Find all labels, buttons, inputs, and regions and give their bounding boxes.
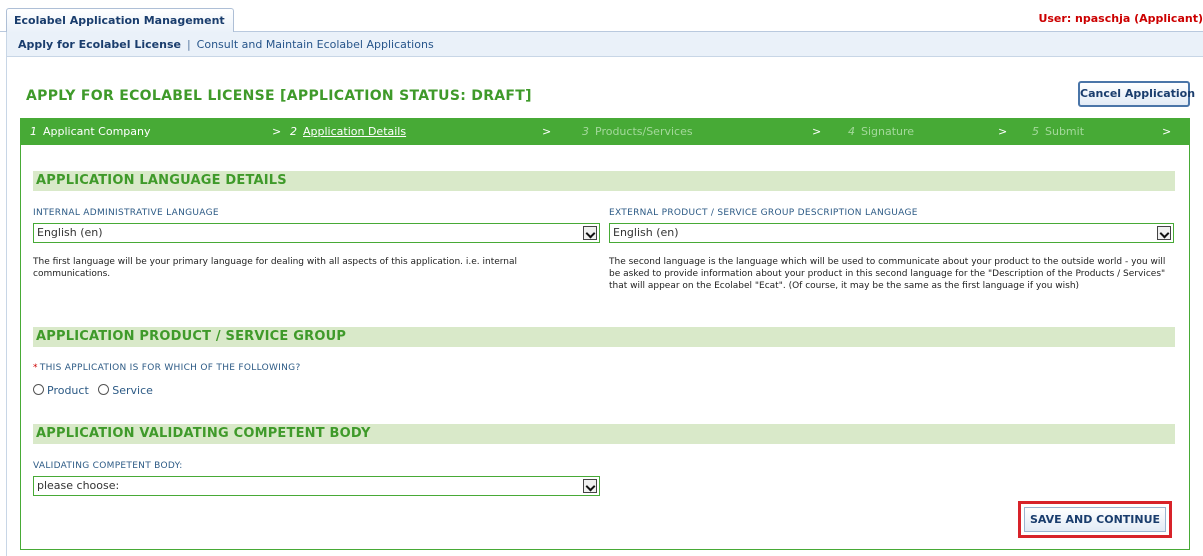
internal-language-value: English (en) <box>37 226 103 239</box>
step-label: Signature <box>861 125 915 138</box>
save-and-continue-button[interactable]: SAVE AND CONTINUE <box>1024 507 1166 532</box>
chevron-down-icon <box>1157 226 1171 240</box>
step-chevron-icon: > <box>812 125 822 138</box>
required-marker: * <box>33 363 38 373</box>
subnav-separator: | <box>186 38 191 51</box>
competent-body-value: please choose: <box>37 479 120 492</box>
radio-product-label: Product <box>47 383 89 397</box>
step-application-details[interactable]: 2 Application Details <box>290 118 406 145</box>
step-label: Submit <box>1045 125 1085 138</box>
application-type-label: * THIS APPLICATION IS FOR WHICH OF THE FO… <box>33 363 301 373</box>
radio-circle-icon <box>33 383 44 395</box>
radio-service-label: Service <box>112 383 153 397</box>
step-label: Application Details <box>303 125 407 138</box>
internal-language-help: The first language will be your primary … <box>33 257 518 279</box>
chevron-down-icon <box>583 226 597 240</box>
step-applicant-company[interactable]: 1 Applicant Company <box>30 118 151 145</box>
section-title-language: APPLICATION LANGUAGE DETAILS <box>33 171 1175 191</box>
step-number: 5 <box>1032 125 1039 138</box>
step-chevron-icon: > <box>272 125 282 138</box>
chevron-down-icon <box>583 479 597 493</box>
cancel-application-button[interactable]: Cancel Application <box>1078 81 1195 107</box>
competent-body-select[interactable]: please choose: <box>33 476 600 496</box>
step-submit[interactable]: 5 Submit <box>1032 118 1084 145</box>
internal-language-select[interactable]: English (en) <box>33 223 600 243</box>
competent-body-label: VALIDATING COMPETENT BODY: <box>33 461 183 471</box>
step-number: 4 <box>848 125 855 138</box>
step-label: Applicant Company <box>43 125 151 138</box>
step-number: 2 <box>290 125 297 138</box>
page-title: APPLY FOR ECOLABEL LICENSE [APPLICATION … <box>26 88 532 104</box>
tab-ecolabel-application-management[interactable]: Ecolabel Application Management <box>6 8 234 33</box>
section-title-group: APPLICATION PRODUCT / SERVICE GROUP <box>33 327 1175 347</box>
radio-circle-icon <box>98 383 110 395</box>
internal-language-label: INTERNAL ADMINISTRATIVE LANGUAGE <box>33 208 219 218</box>
subnav-consult-link[interactable]: Consult and Maintain Ecolabel Applicatio… <box>197 38 434 51</box>
step-signature[interactable]: 4 Signature <box>848 118 914 145</box>
step-number: 3 <box>582 125 589 138</box>
wizard-steps: 1 Applicant Company > 2 Application Detail… <box>20 118 1190 145</box>
top-bar: Ecolabel Application Management User: np… <box>0 0 1203 33</box>
sub-navigation: Apply for Ecolabel License | Consult and M… <box>6 32 1203 57</box>
save-highlight: SAVE AND CONTINUE <box>1018 501 1172 538</box>
application-type-question: THIS APPLICATION IS FOR WHICH OF THE FOL… <box>39 363 301 373</box>
external-language-select[interactable]: English (en) <box>609 223 1174 243</box>
step-products-services[interactable]: 3 Products/Services <box>582 118 693 145</box>
step-label: Products/Services <box>595 125 693 138</box>
application-type-options: Product Service <box>33 383 153 397</box>
radio-product[interactable]: Product <box>33 383 89 397</box>
step-chevron-icon: > <box>542 125 552 138</box>
external-language-label: EXTERNAL PRODUCT / SERVICE GROUP DESCRIP… <box>609 208 918 218</box>
subnav-apply-link[interactable]: Apply for Ecolabel License <box>18 38 181 51</box>
radio-service[interactable]: Service <box>98 383 153 397</box>
step-number: 1 <box>30 125 37 138</box>
user-info: User: npaschja (Applicant) <box>1038 12 1203 25</box>
step-chevron-icon: > <box>1162 125 1172 138</box>
step-chevron-icon: > <box>998 125 1008 138</box>
external-language-help: The second language is the language whic… <box>609 257 1166 291</box>
external-language-value: English (en) <box>613 226 679 239</box>
section-title-competent-body: APPLICATION VALIDATING COMPETENT BODY <box>33 424 1175 444</box>
